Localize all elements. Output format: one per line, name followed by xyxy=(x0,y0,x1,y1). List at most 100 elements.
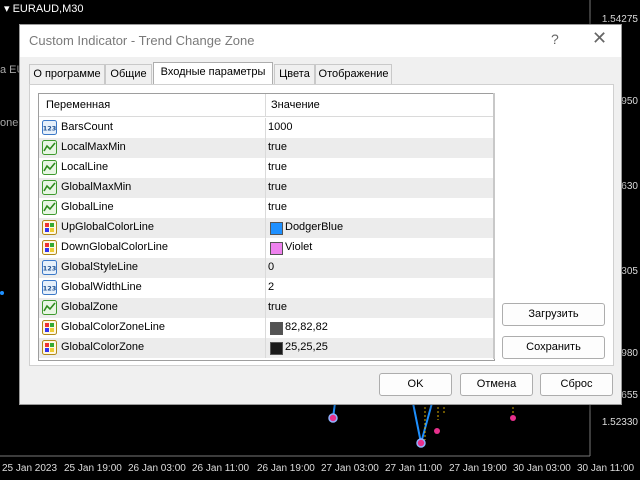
indicator-properties-dialog: Custom Indicator - Trend Change Zone ? ✕… xyxy=(19,24,622,405)
color-swatch[interactable] xyxy=(270,242,283,255)
column-divider xyxy=(265,138,266,158)
table-row[interactable]: 123 BarsCount 1000 xyxy=(39,118,494,138)
column-header-variable[interactable]: Переменная xyxy=(46,99,110,111)
boolean-icon xyxy=(42,200,57,215)
chart-symbol-title: ▾ EURAUD,M30 xyxy=(4,2,84,15)
chart-menu-icon[interactable]: ▾ xyxy=(4,3,10,15)
parameter-value[interactable]: 2 xyxy=(268,281,274,293)
parameter-value[interactable]: 0 xyxy=(268,261,274,273)
parameter-name: UpGlobalColorLine xyxy=(61,221,154,233)
time-axis-label: 30 Jan 03:00 xyxy=(513,463,571,474)
cancel-button[interactable]: Отмена xyxy=(460,373,533,396)
color-swatch[interactable] xyxy=(270,342,283,355)
parameter-value[interactable]: Violet xyxy=(285,241,312,253)
parameter-value[interactable]: true xyxy=(268,301,287,313)
column-divider xyxy=(265,298,266,318)
parameter-name: GlobalStyleLine xyxy=(61,261,139,273)
color-swatch[interactable] xyxy=(270,222,283,235)
column-divider xyxy=(265,338,266,358)
parameter-value[interactable]: 25,25,25 xyxy=(285,341,328,353)
parameter-value[interactable]: 82,82,82 xyxy=(285,321,328,333)
number-icon: 123 xyxy=(42,120,57,135)
boolean-icon xyxy=(42,140,57,155)
save-button[interactable]: Сохранить xyxy=(502,336,605,359)
column-divider xyxy=(265,318,266,338)
parameters-table: Переменная Значение 123 BarsCount 1000 Loca… xyxy=(38,93,495,361)
color-icon xyxy=(42,340,57,355)
boolean-icon xyxy=(42,300,57,315)
column-divider xyxy=(265,158,266,178)
table-row[interactable]: 123 GlobalStyleLine 0 xyxy=(39,258,494,278)
table-row[interactable]: GlobalZone true xyxy=(39,298,494,318)
tab-about[interactable]: О программе xyxy=(29,64,105,84)
time-axis-label: 26 Jan 11:00 xyxy=(192,463,250,474)
table-row[interactable]: GlobalLine true xyxy=(39,198,494,218)
tab-input-parameters[interactable]: Входные параметры xyxy=(153,62,273,85)
column-header-value[interactable]: Значение xyxy=(271,99,320,111)
column-divider xyxy=(265,218,266,238)
time-axis-label: 26 Jan 19:00 xyxy=(257,463,315,474)
local-extremum-marker xyxy=(434,428,440,434)
table-row[interactable]: GlobalColorZoneLine 82,82,82 xyxy=(39,318,494,338)
svg-text:123: 123 xyxy=(43,125,57,133)
tab-colors[interactable]: Цвета xyxy=(274,64,315,84)
time-axis-label: 25 Jan 2023 xyxy=(2,463,58,474)
chart-title-text: EURAUD,M30 xyxy=(12,3,84,15)
table-row[interactable]: 123 GlobalWidthLine 2 xyxy=(39,278,494,298)
time-axis-label: 26 Jan 03:00 xyxy=(128,463,186,474)
tab-visualization[interactable]: Отображение xyxy=(315,64,392,84)
time-axis-label: 27 Jan 11:00 xyxy=(385,463,443,474)
parameter-name: LocalLine xyxy=(61,161,109,173)
parameter-name: GlobalColorZoneLine xyxy=(61,321,165,333)
load-button[interactable]: Загрузить xyxy=(502,303,605,326)
number-icon: 123 xyxy=(42,280,57,295)
parameter-value[interactable]: true xyxy=(268,141,287,153)
column-divider xyxy=(265,118,266,138)
time-axis-label: 27 Jan 19:00 xyxy=(449,463,507,474)
time-axis-label: 30 Jan 11:00 xyxy=(577,463,635,474)
boolean-icon xyxy=(42,180,57,195)
parameter-name: GlobalLine xyxy=(61,201,114,213)
column-divider xyxy=(265,258,266,278)
tab-common[interactable]: Общие xyxy=(105,64,152,84)
color-icon xyxy=(42,320,57,335)
color-icon xyxy=(42,220,57,235)
parameter-value[interactable]: true xyxy=(268,201,287,213)
time-axis-label: 27 Jan 03:00 xyxy=(321,463,379,474)
table-row[interactable]: GlobalColorZone 25,25,25 xyxy=(39,338,494,358)
close-button[interactable]: ✕ xyxy=(592,28,607,49)
column-divider xyxy=(265,238,266,258)
parameter-value[interactable]: true xyxy=(268,161,287,173)
table-header: Переменная Значение xyxy=(39,94,494,117)
table-row[interactable]: GlobalMaxMin true xyxy=(39,178,494,198)
parameter-name: BarsCount xyxy=(61,121,113,133)
parameter-value[interactable]: 1000 xyxy=(268,121,292,133)
parameter-value[interactable]: true xyxy=(268,181,287,193)
parameter-name: DownGlobalColorLine xyxy=(61,241,169,253)
help-button[interactable]: ? xyxy=(551,31,559,47)
dialog-titlebar[interactable]: Custom Indicator - Trend Change Zone ? ✕ xyxy=(20,25,621,57)
local-extremum-marker xyxy=(0,291,4,295)
column-divider[interactable] xyxy=(265,94,266,116)
column-divider xyxy=(265,178,266,198)
local-extremum-marker xyxy=(328,413,338,423)
table-scrollbar[interactable] xyxy=(493,93,495,359)
table-row[interactable]: UpGlobalColorLine DodgerBlue xyxy=(39,218,494,238)
parameter-value[interactable]: DodgerBlue xyxy=(285,221,343,233)
boolean-icon xyxy=(42,160,57,175)
column-divider xyxy=(265,278,266,298)
table-row[interactable]: DownGlobalColorLine Violet xyxy=(39,238,494,258)
parameter-name: GlobalZone xyxy=(61,301,118,313)
dialog-title: Custom Indicator - Trend Change Zone xyxy=(29,33,255,48)
color-icon xyxy=(42,240,57,255)
ok-button[interactable]: OK xyxy=(379,373,452,396)
table-row[interactable]: LocalLine true xyxy=(39,158,494,178)
number-icon: 123 xyxy=(42,260,57,275)
color-swatch[interactable] xyxy=(270,322,283,335)
table-row[interactable]: LocalMaxMin true xyxy=(39,138,494,158)
parameter-name: GlobalWidthLine xyxy=(61,281,142,293)
local-extremum-marker xyxy=(510,415,516,421)
reset-button[interactable]: Сброс xyxy=(540,373,613,396)
svg-text:123: 123 xyxy=(43,285,57,293)
parameter-name: GlobalColorZone xyxy=(61,341,145,353)
